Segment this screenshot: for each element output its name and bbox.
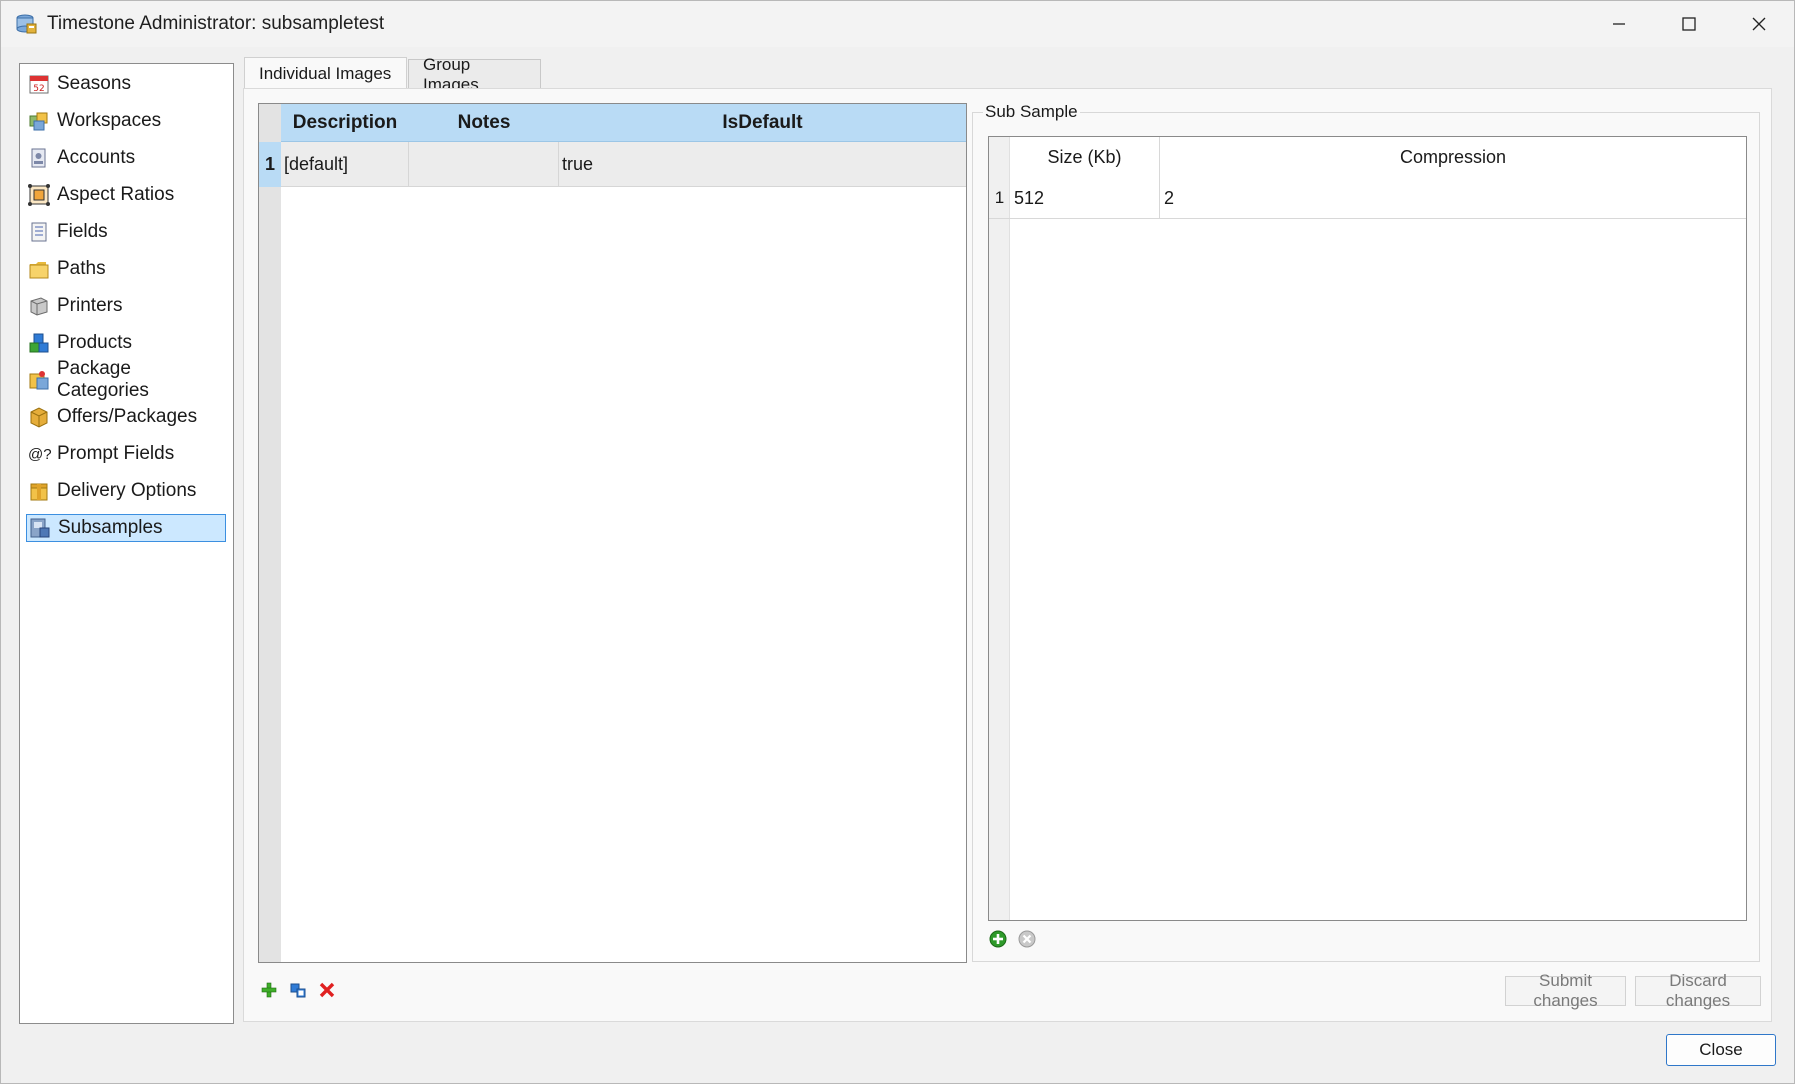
close-button[interactable]: Close — [1666, 1034, 1776, 1066]
delete-icon — [319, 982, 335, 998]
minimize-button[interactable] — [1584, 1, 1654, 47]
discard-changes-button[interactable]: Discard changes — [1635, 971, 1761, 1010]
sidebar-item-label: Package Categories — [57, 358, 149, 401]
minimize-icon — [1613, 23, 1625, 25]
sidebar-item-aspect-ratios[interactable]: Aspect Ratios — [26, 181, 226, 209]
sidebar-item-label: Workspaces — [57, 110, 162, 131]
images-grid[interactable]: Description Notes IsDefault 1 [default] … — [258, 103, 967, 963]
products-icon — [28, 332, 50, 354]
grid-header: Description Notes IsDefault — [259, 104, 966, 142]
row-number[interactable]: 1 — [989, 177, 1010, 219]
images-grid-toolbar — [258, 979, 345, 1001]
row-header-column — [989, 137, 1010, 920]
column-header-notes[interactable]: Notes — [409, 104, 559, 142]
sidebar-item-label: Accounts — [57, 147, 136, 168]
cell-compression[interactable]: 2 — [1160, 177, 1746, 219]
sidebar-item-accounts[interactable]: Accounts — [26, 144, 226, 172]
sidebar-item-label: Aspect Ratios — [57, 184, 175, 205]
package-icon — [28, 406, 50, 428]
sidebar-item-printers[interactable]: Printers — [26, 292, 226, 320]
copy-row-button[interactable] — [287, 979, 309, 1001]
column-header-size[interactable]: Size (Kb) — [1010, 137, 1160, 177]
delete-row-button[interactable] — [316, 979, 338, 1001]
printer-icon — [28, 295, 50, 317]
row-number[interactable]: 1 — [259, 142, 281, 187]
database-icon — [15, 13, 37, 35]
sidebar-item-workspaces[interactable]: Workspaces — [26, 107, 226, 135]
workspaces-icon — [28, 110, 50, 132]
sidebar-item-paths[interactable]: Paths — [26, 255, 226, 283]
close-window-button[interactable] — [1724, 1, 1794, 47]
cell-size[interactable]: 512 — [1010, 177, 1160, 219]
sidebar-item-offers-packages[interactable]: Offers/Packages — [26, 403, 226, 431]
cell-description[interactable]: [default] — [281, 142, 409, 187]
svg-text:52: 52 — [33, 84, 44, 94]
remove-subsample-button[interactable] — [1017, 929, 1037, 949]
sidebar-item-label: Seasons — [57, 73, 131, 94]
package-categories-icon — [28, 369, 50, 391]
corner-cell — [989, 137, 1010, 177]
sidebar-item-package-categories[interactable]: Package Categories — [26, 358, 226, 401]
tab-group-images[interactable]: Group Images — [408, 55, 541, 94]
maximize-icon — [1682, 17, 1696, 31]
sidebar-item-label: Delivery Options — [57, 480, 197, 501]
sub-sample-toolbar — [988, 929, 1046, 949]
sidebar-item-subsamples[interactable]: Subsamples — [26, 514, 226, 542]
sidebar-item-delivery-options[interactable]: Delivery Options — [26, 477, 226, 505]
sidebar-item-prompt-fields[interactable]: @? Prompt Fields — [26, 440, 226, 468]
prompt-fields-icon: @? — [28, 445, 52, 463]
sidebar-item-label: Prompt Fields — [57, 443, 175, 464]
sidebar-item-fields[interactable]: Fields — [26, 218, 226, 246]
add-row-button[interactable] — [258, 979, 280, 1001]
title-bar: Timestone Administrator: subsampletest — [1, 1, 1794, 47]
add-circle-icon — [989, 930, 1007, 948]
sidebar-item-label: Printers — [57, 295, 123, 316]
delivery-icon — [28, 480, 50, 502]
fields-icon — [28, 221, 50, 243]
sidebar-item-label: Subsamples — [58, 517, 163, 538]
column-header-compression[interactable]: Compression — [1160, 137, 1746, 177]
corner-cell — [259, 104, 281, 142]
remove-circle-icon — [1018, 930, 1036, 948]
sidebar-item-label: Products — [57, 332, 132, 353]
aspect-ratio-icon — [28, 184, 50, 206]
row-header-column — [259, 104, 281, 962]
column-header-description[interactable]: Description — [281, 104, 409, 142]
table-row[interactable]: 1 [default] true — [259, 142, 966, 187]
calendar-icon: 52 — [28, 73, 50, 95]
accounts-icon — [28, 147, 50, 169]
sub-sample-legend: Sub Sample — [983, 102, 1080, 122]
cell-notes[interactable] — [409, 142, 559, 187]
sub-sample-grid[interactable]: Size (Kb) Compression 1 512 2 — [988, 136, 1747, 921]
app-window: Timestone Administrator: subsampletest 5… — [0, 0, 1795, 1084]
sidebar: 52 Seasons Workspaces Accounts Aspect Ra… — [19, 63, 234, 1024]
sidebar-item-seasons[interactable]: 52 Seasons — [26, 70, 226, 98]
cell-isdefault[interactable]: true — [559, 142, 966, 187]
submit-changes-button[interactable]: Submit changes — [1505, 971, 1626, 1010]
plus-icon — [261, 982, 277, 998]
tab-individual-images[interactable]: Individual Images — [244, 57, 407, 90]
folder-icon — [28, 258, 50, 280]
close-icon — [1752, 17, 1766, 31]
maximize-button[interactable] — [1654, 1, 1724, 47]
sidebar-item-label: Fields — [57, 221, 108, 242]
column-header-isdefault[interactable]: IsDefault — [559, 104, 966, 142]
table-row[interactable]: 1 512 2 — [989, 177, 1746, 219]
window-title: Timestone Administrator: subsampletest — [47, 13, 385, 34]
copy-icon — [290, 983, 306, 998]
grid-header: Size (Kb) Compression — [989, 137, 1746, 177]
add-subsample-button[interactable] — [988, 929, 1008, 949]
sidebar-item-label: Offers/Packages — [57, 406, 198, 427]
sidebar-item-label: Paths — [57, 258, 106, 279]
subsamples-icon — [29, 517, 51, 539]
sidebar-item-products[interactable]: Products — [26, 329, 226, 357]
